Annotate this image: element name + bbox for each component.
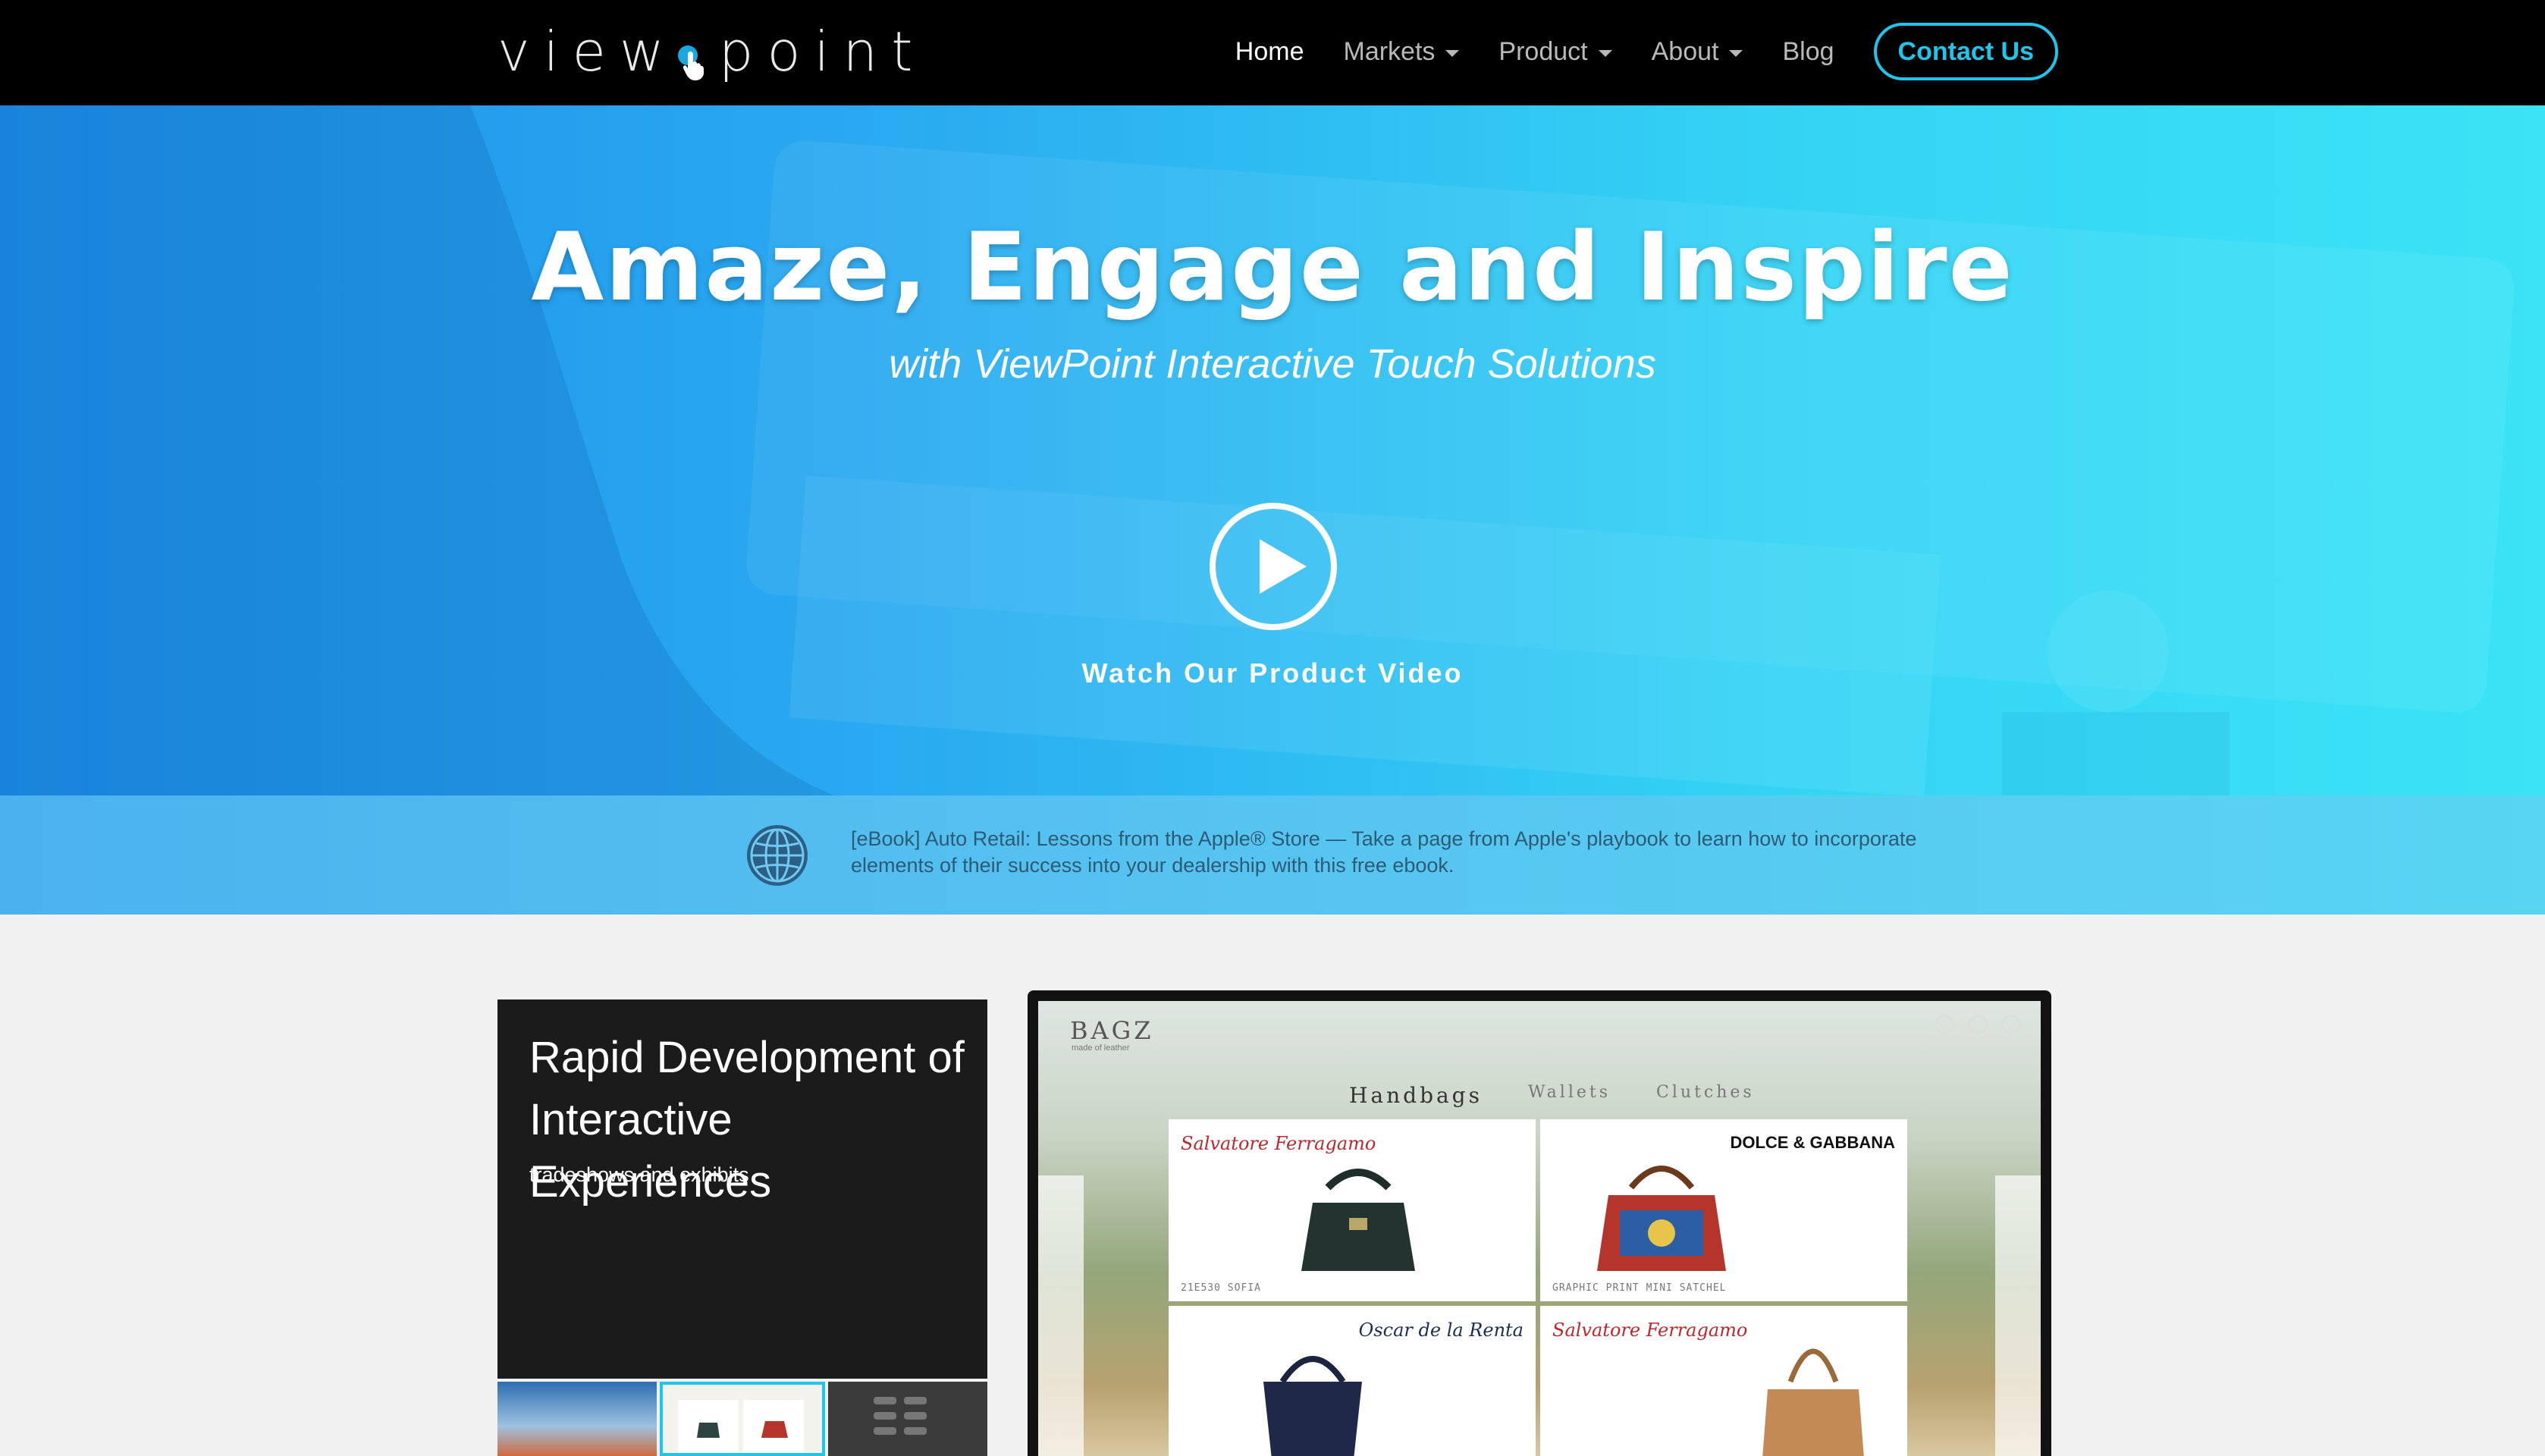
product-card[interactable]: Salvatore Ferragamo: [1540, 1306, 1907, 1456]
menu-label-product: Product: [1498, 36, 1588, 66]
thumbnail-cars-image: [874, 1397, 927, 1435]
product-label: 21E530 SOFIA: [1181, 1282, 1261, 1294]
contact-us-button[interactable]: Contact Us: [1873, 23, 2058, 80]
demo-tab-wallets[interactable]: Wallets: [1528, 1083, 1611, 1108]
product-maker: Salvatore Ferragamo: [1552, 1320, 1748, 1341]
product-grid: Salvatore Ferragamo 21E530 SOFIA DOLCE &…: [1169, 1119, 1912, 1456]
thumbnail-2[interactable]: [660, 1382, 825, 1456]
caret-down-icon: [1598, 49, 1612, 57]
menu-item-blog[interactable]: Blog: [1782, 37, 1834, 67]
thumbnail-bags-image: [678, 1400, 804, 1453]
globe-icon: [747, 825, 808, 886]
demo-screen[interactable]: BAGZ made of leather Handbags Wallets Cl…: [1038, 1001, 2041, 1456]
menu-label-markets: Markets: [1343, 36, 1436, 66]
demo-tab-handbags[interactable]: Handbags: [1349, 1083, 1483, 1108]
menu-label-about: About: [1651, 36, 1719, 66]
ebook-banner[interactable]: [eBook] Auto Retail: Lessons from the Ap…: [0, 795, 2545, 915]
menu-item-about[interactable]: About: [1652, 37, 1743, 67]
feature-card-subtitle: tradeshows and exhibits: [529, 1163, 749, 1186]
product-card[interactable]: Salvatore Ferragamo 21E530 SOFIA: [1169, 1119, 1536, 1301]
hero-section: Amaze, Engage and Inspire with ViewPoint…: [0, 105, 2545, 795]
product-card[interactable]: DOLCE & GABBANA GRAPHIC PRINT MINI SATCH…: [1540, 1119, 1907, 1301]
top-navbar: view point Home Markets Product About Bl…: [0, 0, 2545, 105]
hero-background-photo: [0, 105, 2515, 795]
main-menu: Home Markets Product About Blog Contact …: [1235, 21, 2058, 82]
menu-label-blog: Blog: [1782, 36, 1834, 66]
logo-text-left: view: [497, 20, 678, 83]
logo-text-right: point: [718, 20, 927, 83]
ebook-banner-text: [eBook] Auto Retail: Lessons from the Ap…: [851, 827, 1917, 877]
handbag-image: [1762, 1348, 1864, 1456]
menu-label-home: Home: [1235, 36, 1304, 66]
watch-video-link[interactable]: Watch Our Product Video: [0, 657, 2545, 689]
demo-brand: BAGZ: [1070, 1016, 1154, 1045]
demo-side-panel-right: [1995, 1175, 2041, 1456]
demo-screen-icons: [1935, 1015, 2021, 1034]
product-maker: DOLCE & GABBANA: [1730, 1133, 1895, 1152]
demo-monitor: BAGZ made of leather Handbags Wallets Cl…: [1028, 990, 2051, 1456]
handbag-image: [1597, 1166, 1726, 1271]
product-card[interactable]: Oscar de la Renta: [1169, 1306, 1536, 1456]
viewpoint-logo[interactable]: view point: [497, 14, 926, 89]
menu-item-product[interactable]: Product: [1498, 36, 1612, 67]
thumbnail-1[interactable]: [497, 1382, 657, 1456]
gear-icon[interactable]: [2001, 1015, 2021, 1034]
demo-side-panel-left: [1038, 1175, 1084, 1456]
menu-item-home[interactable]: Home: [1235, 37, 1304, 67]
handbag-image: [1263, 1356, 1362, 1456]
touch-icon[interactable]: [1968, 1015, 1988, 1034]
hero-title: Amaze, Engage and Inspire: [531, 213, 2014, 322]
play-icon[interactable]: [1210, 503, 1337, 630]
caret-down-icon: [1729, 49, 1743, 57]
feature-card: Rapid Development of Interactive Experie…: [497, 999, 987, 1379]
demo-tabs: Handbags Wallets Clutches: [1349, 1083, 1755, 1108]
thumbnail-strip: [497, 1382, 987, 1456]
print-icon[interactable]: [1935, 1015, 1954, 1034]
thumbnail-3[interactable]: [828, 1382, 987, 1456]
pointer-hand-icon: [675, 29, 708, 80]
product-maker: Oscar de la Renta: [1358, 1320, 1524, 1341]
product-maker: Salvatore Ferragamo: [1181, 1133, 1376, 1154]
demo-brand-tagline: made of leather: [1072, 1043, 1130, 1053]
handbag-image: [1301, 1169, 1415, 1271]
hero-subtitle: with ViewPoint Interactive Touch Solutio…: [889, 341, 1656, 387]
caret-down-icon: [1445, 49, 1460, 57]
product-label: GRAPHIC PRINT MINI SATCHEL: [1552, 1282, 1727, 1294]
menu-item-markets[interactable]: Markets: [1344, 37, 1460, 67]
demo-tab-clutches[interactable]: Clutches: [1656, 1083, 1755, 1108]
